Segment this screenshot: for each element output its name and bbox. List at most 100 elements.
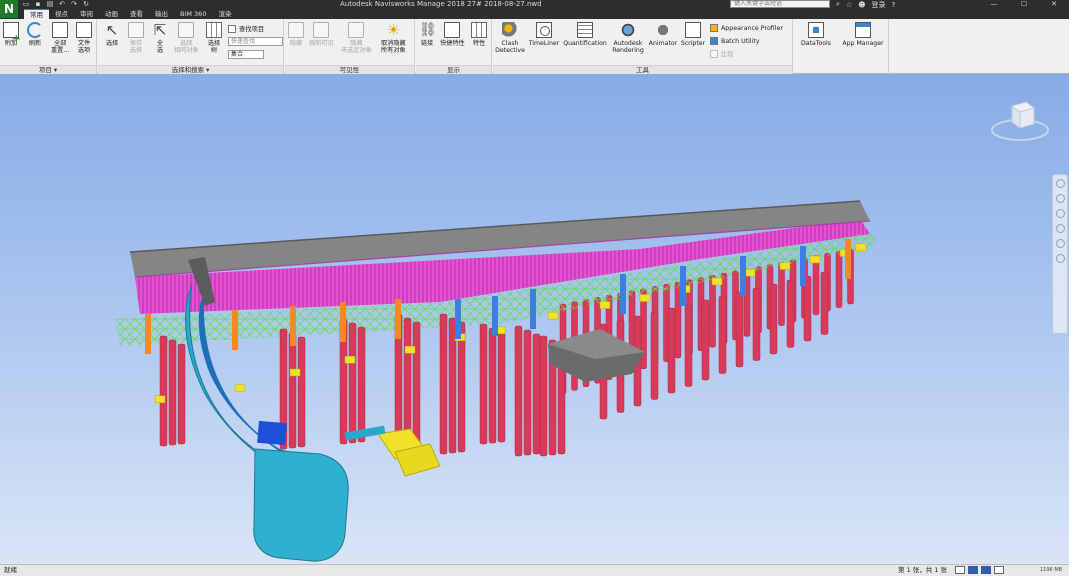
tab-render[interactable]: 渲染 — [212, 9, 237, 19]
pile[interactable] — [348, 322, 357, 444]
quick-properties-button[interactable]: 快捷特性 — [440, 22, 465, 47]
help-icon[interactable]: ? — [892, 1, 896, 9]
app-manager-button[interactable]: App Manager — [839, 22, 887, 47]
app-logo[interactable]: N — [0, 0, 18, 18]
steering-wheel-icon[interactable] — [1055, 179, 1065, 188]
unhide-all-button[interactable]: ☀ 取消隐藏 所有对象 — [381, 22, 406, 54]
hide-unselected-button[interactable]: 隐藏 未选定对象 — [341, 22, 372, 54]
column[interactable] — [620, 274, 626, 314]
pile-cap[interactable] — [404, 346, 416, 354]
pile-cap[interactable] — [779, 262, 791, 270]
sheet-browser-icon[interactable] — [955, 566, 965, 574]
walk-icon[interactable] — [1055, 254, 1065, 263]
find-items-button[interactable]: 查找项目 — [228, 24, 264, 33]
clash-detective-button[interactable]: Clash Detective — [493, 22, 527, 54]
search-icon[interactable]: ⌕ — [836, 0, 840, 9]
sets-dropdown[interactable]: 集合 — [228, 50, 264, 59]
print-icon[interactable]: ▤ — [46, 1, 54, 8]
tab-animation[interactable]: 动画 — [99, 9, 124, 19]
column[interactable] — [340, 302, 346, 342]
save-selection-button[interactable]: 保存 选择 — [128, 22, 144, 54]
pile[interactable] — [769, 283, 778, 355]
pile[interactable] — [177, 343, 186, 445]
column[interactable] — [290, 306, 296, 346]
tab-bim360[interactable]: BIM 360 — [174, 9, 212, 19]
memory-icon[interactable] — [994, 566, 1004, 574]
maximize-button[interactable]: ☐ — [1009, 0, 1039, 9]
bridge-model[interactable] — [0, 74, 1069, 564]
tab-viewpoint[interactable]: 视点 — [49, 9, 74, 19]
quick-find-input[interactable]: 快速查找 — [228, 37, 283, 46]
animator-button[interactable]: Animator — [647, 22, 679, 47]
select-button[interactable]: ↖ 选择 — [104, 22, 120, 47]
pile[interactable] — [532, 333, 541, 455]
column[interactable] — [845, 239, 851, 279]
tab-review[interactable]: 审阅 — [74, 9, 99, 19]
tab-view[interactable]: 查看 — [124, 9, 149, 19]
look-icon[interactable] — [1055, 239, 1065, 248]
pile[interactable] — [288, 332, 297, 449]
pile-cap[interactable] — [289, 368, 301, 377]
autodesk-rendering-button[interactable]: Autodesk Rendering — [609, 22, 647, 54]
pile-cap[interactable] — [344, 356, 356, 364]
column[interactable] — [232, 310, 238, 350]
column[interactable] — [680, 266, 686, 306]
pile[interactable] — [297, 336, 306, 448]
pile-cap[interactable] — [711, 277, 723, 286]
pile[interactable] — [718, 295, 727, 374]
save-icon[interactable]: ▪ — [34, 1, 42, 8]
compare-button[interactable]: 比较 — [710, 49, 734, 58]
pile[interactable] — [709, 275, 716, 348]
column[interactable] — [800, 246, 806, 286]
pile[interactable] — [778, 261, 785, 326]
pile-cap[interactable] — [154, 395, 166, 403]
shaft-body[interactable] — [253, 448, 349, 562]
refresh-button[interactable]: 刷新 — [27, 22, 43, 47]
pile-cap[interactable] — [234, 384, 246, 392]
pile-cap[interactable] — [547, 311, 559, 320]
zoom-icon[interactable] — [1055, 209, 1065, 218]
datatools-button[interactable]: DataTools — [797, 22, 835, 47]
column[interactable] — [145, 314, 151, 354]
pile[interactable] — [514, 325, 523, 457]
viewcube[interactable] — [990, 94, 1050, 144]
require-button[interactable]: 强制可见 — [309, 22, 334, 47]
column[interactable] — [530, 289, 536, 329]
pile[interactable] — [457, 321, 466, 453]
pile[interactable] — [835, 250, 843, 308]
column[interactable] — [740, 256, 746, 296]
pile[interactable] — [159, 335, 168, 447]
pile-cap[interactable] — [855, 243, 867, 251]
panel-title-select-search[interactable]: 选择和搜索 ▾ — [98, 65, 283, 74]
select-all-button[interactable]: ⇱ 全 选 — [152, 22, 168, 54]
pile[interactable] — [412, 321, 421, 453]
pile-cap[interactable] — [809, 255, 821, 264]
file-options-button[interactable]: 文件 选项 — [76, 22, 92, 54]
pile[interactable] — [752, 287, 761, 361]
pile[interactable] — [439, 313, 448, 455]
hide-button[interactable]: 隐藏 — [288, 22, 304, 47]
pile-cap[interactable] — [744, 269, 756, 277]
pile[interactable] — [539, 335, 548, 457]
pile[interactable] — [479, 323, 488, 445]
select-same-button[interactable]: 选择 相同对象 — [174, 22, 199, 54]
pile[interactable] — [523, 329, 532, 456]
3d-viewport[interactable] — [0, 74, 1069, 564]
search-input[interactable]: 键入关键字或短语 — [730, 0, 830, 8]
properties-button[interactable]: 特性 — [471, 22, 487, 47]
pile[interactable] — [650, 311, 659, 400]
tab-home[interactable]: 常用 — [24, 9, 49, 19]
pile[interactable] — [735, 291, 744, 368]
scripter-button[interactable]: Scripter — [679, 22, 707, 47]
pile-cap[interactable] — [639, 294, 651, 302]
pile[interactable] — [168, 339, 177, 446]
minimize-button[interactable]: — — [979, 0, 1009, 9]
disk-icon[interactable] — [981, 566, 991, 574]
pile[interactable] — [812, 255, 820, 316]
star-icon[interactable]: ☆ — [846, 1, 852, 9]
pan-icon[interactable] — [1055, 194, 1065, 203]
batch-utility-button[interactable]: Batch Utility — [710, 37, 760, 45]
user-icon[interactable]: ☻ — [858, 1, 865, 9]
append-button[interactable]: 附加 — [3, 22, 21, 47]
links-button[interactable]: ⛓ 链接 — [419, 22, 437, 47]
